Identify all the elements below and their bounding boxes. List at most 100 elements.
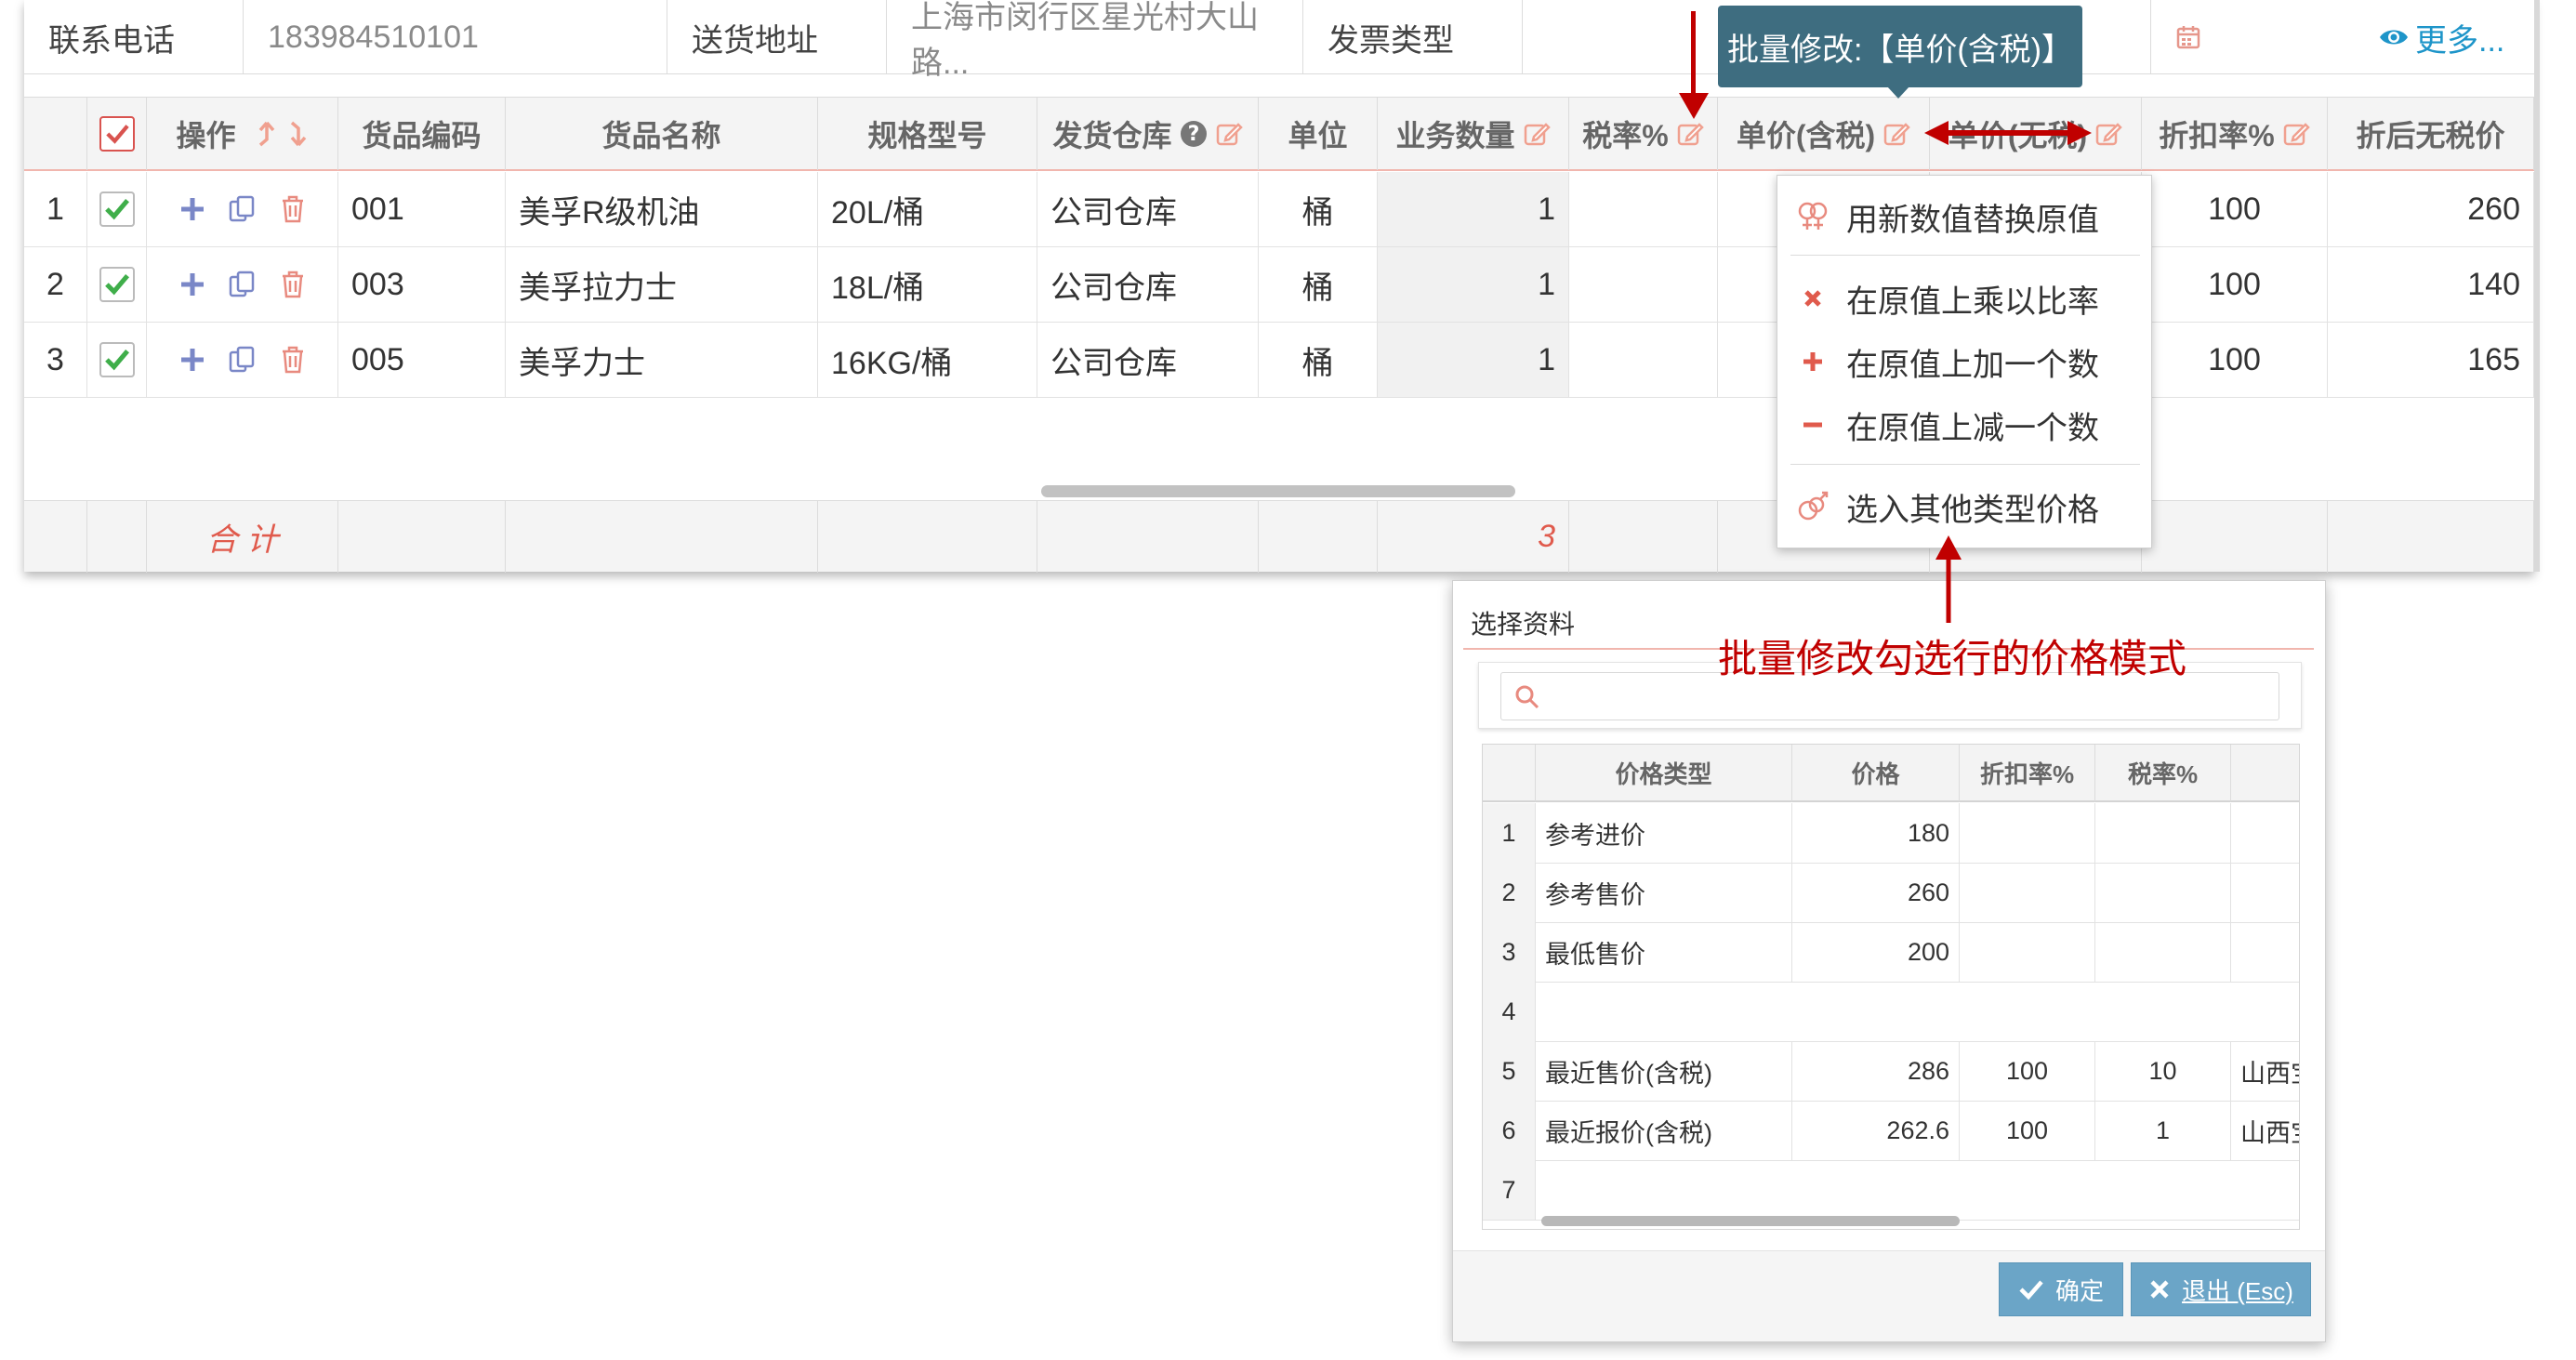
cell-price-type[interactable]: 参考进价	[1536, 803, 1792, 863]
add-row-icon[interactable]	[177, 193, 208, 225]
cell-discount[interactable]	[1960, 863, 2095, 922]
cell-extra[interactable]: 山西宝	[2231, 1101, 2299, 1160]
add-row-icon[interactable]	[177, 269, 208, 300]
table-row[interactable]: 3 005 美孚力士 16KG/桶 公司仓库 桶 1 100 165	[24, 323, 2534, 398]
cell-qty[interactable]: 1	[1378, 323, 1569, 397]
cell-tax[interactable]	[2095, 863, 2231, 922]
cell-unit[interactable]: 桶	[1259, 323, 1378, 397]
header-select-all[interactable]	[87, 98, 147, 170]
price-type-row[interactable]: 1 参考进价 180	[1483, 803, 2299, 864]
cell-discount[interactable]: 100	[2142, 323, 2328, 397]
cell-warehouse[interactable]: 公司仓库	[1037, 247, 1259, 322]
cell-price-type[interactable]: 最近报价(含税)	[1536, 1101, 1792, 1160]
delete-row-icon[interactable]	[277, 193, 309, 225]
cell-discount[interactable]	[1960, 803, 2095, 863]
more-label[interactable]: 更多...	[2415, 15, 2504, 60]
cell-discount[interactable]: 100	[2142, 172, 2328, 246]
header-unit[interactable]: 单位	[1259, 98, 1378, 170]
batch-edit-icon[interactable]	[2282, 120, 2310, 148]
row-checkbox-cell[interactable]	[87, 172, 147, 246]
menu-item-select-price[interactable]: 选入其他类型价格	[1777, 475, 2153, 538]
cell-price-type[interactable]	[1536, 1160, 1792, 1220]
cell-code[interactable]: 003	[338, 247, 506, 322]
cell-price[interactable]: 200	[1792, 922, 1960, 982]
cell-tax[interactable]	[2095, 803, 2231, 863]
calendar-icon[interactable]	[2175, 24, 2201, 50]
price-type-row[interactable]: 6 最近报价(含税) 262.6 100 1 山西宝	[1483, 1101, 2299, 1161]
cell-code[interactable]: 005	[338, 323, 506, 397]
delete-row-icon[interactable]	[277, 269, 309, 300]
phone-value-cell[interactable]: 183984510101	[244, 0, 667, 74]
copy-row-icon[interactable]	[227, 269, 258, 300]
header-discount[interactable]: 折扣率%	[2142, 98, 2328, 170]
cell-name[interactable]: 美孚拉力士	[506, 247, 818, 322]
copy-row-icon[interactable]	[227, 193, 258, 225]
header-after-discount[interactable]: 折后无税价	[2328, 98, 2534, 170]
cell-warehouse[interactable]: 公司仓库	[1037, 323, 1259, 397]
table-row[interactable]: 2 003 美孚拉力士 18L/桶 公司仓库 桶 1 100 140	[24, 247, 2534, 323]
date-cell[interactable]	[2151, 0, 2378, 74]
price-type-row[interactable]: 4	[1483, 982, 2299, 1042]
cell-price-type[interactable]: 最近售价(含税)	[1536, 1041, 1792, 1101]
row-checkbox-cell[interactable]	[87, 247, 147, 322]
address-value[interactable]: 上海市闵行区星光村大山路...	[911, 0, 1302, 83]
cell-after-discount[interactable]: 165	[2328, 323, 2534, 397]
delete-row-icon[interactable]	[277, 344, 309, 376]
cell-price[interactable]: 286	[1792, 1041, 1960, 1101]
dgrid-header-extra[interactable]	[2231, 745, 2299, 802]
dgrid-header-type[interactable]: 价格类型	[1536, 745, 1792, 802]
batch-edit-icon[interactable]	[1215, 120, 1243, 148]
cell-extra[interactable]	[2231, 922, 2299, 982]
grid-horizontal-scrollbar[interactable]	[1041, 485, 1515, 497]
cell-extra[interactable]: 山西宝	[2231, 1041, 2299, 1101]
header-spec[interactable]: 规格型号	[818, 98, 1037, 170]
price-type-row[interactable]: 5 最近售价(含税) 286 100 10 山西宝	[1483, 1041, 2299, 1102]
menu-item-replace[interactable]: 用新数值替换原值	[1777, 185, 2153, 248]
dialog-grid-scrollbar[interactable]	[1541, 1216, 1960, 1226]
cell-price-type[interactable]: 参考售价	[1536, 863, 1792, 922]
menu-item-multiply[interactable]: 在原值上乘以比率	[1777, 267, 2153, 330]
cell-tax[interactable]	[2095, 922, 2231, 982]
cell-unit[interactable]: 桶	[1259, 247, 1378, 322]
cell-tax-rate[interactable]	[1569, 247, 1718, 322]
cell-price-type[interactable]: 最低售价	[1536, 922, 1792, 982]
address-value-cell[interactable]: 上海市闵行区星光村大山路...	[887, 0, 1303, 81]
move-down-icon[interactable]	[288, 119, 309, 149]
cell-code[interactable]: 001	[338, 172, 506, 246]
dgrid-header-price[interactable]: 价格	[1792, 745, 1960, 802]
more-link[interactable]: 更多...	[2378, 0, 2534, 74]
cell-after-discount[interactable]: 140	[2328, 247, 2534, 322]
cell-extra[interactable]	[2231, 863, 2299, 922]
confirm-button[interactable]: 确定	[1999, 1262, 2123, 1316]
select-all-checkbox[interactable]	[99, 116, 135, 152]
help-icon[interactable]: ?	[1180, 120, 1208, 148]
row-checkbox-cell[interactable]	[87, 323, 147, 397]
row-checkbox[interactable]	[99, 267, 135, 302]
cell-discount[interactable]: 100	[1960, 1101, 2095, 1160]
price-type-row[interactable]: 7	[1483, 1160, 2299, 1221]
cell-tax-rate[interactable]	[1569, 323, 1718, 397]
cell-after-discount[interactable]: 260	[2328, 172, 2534, 246]
row-checkbox[interactable]	[99, 191, 135, 227]
move-up-icon[interactable]	[257, 119, 277, 149]
cell-extra[interactable]	[2231, 803, 2299, 863]
cell-price[interactable]: 260	[1792, 863, 1960, 922]
cell-price[interactable]: 180	[1792, 803, 1960, 863]
batch-edit-icon[interactable]	[1882, 120, 1910, 148]
dgrid-header-tax[interactable]: 税率%	[2095, 745, 2231, 802]
dgrid-header-discount[interactable]: 折扣率%	[1960, 745, 2095, 802]
cell-qty[interactable]: 1	[1378, 247, 1569, 322]
cell-discount[interactable]: 100	[1960, 1041, 2095, 1101]
header-warehouse[interactable]: 发货仓库 ?	[1037, 98, 1259, 170]
cell-unit[interactable]: 桶	[1259, 172, 1378, 246]
batch-edit-icon[interactable]	[2094, 120, 2122, 148]
cell-spec[interactable]: 18L/桶	[818, 247, 1037, 322]
batch-edit-icon[interactable]	[1523, 120, 1551, 148]
cell-tax-rate[interactable]	[1569, 172, 1718, 246]
cell-price[interactable]: 262.6	[1792, 1101, 1960, 1160]
table-row[interactable]: 1 001 美孚R级机油 20L/桶 公司仓库 桶 1 100 260	[24, 172, 2534, 247]
price-type-row[interactable]: 2 参考售价 260	[1483, 863, 2299, 923]
menu-item-add[interactable]: 在原值上加一个数	[1777, 330, 2153, 393]
cell-name[interactable]: 美孚力士	[506, 323, 818, 397]
cell-tax[interactable]: 10	[2095, 1041, 2231, 1101]
